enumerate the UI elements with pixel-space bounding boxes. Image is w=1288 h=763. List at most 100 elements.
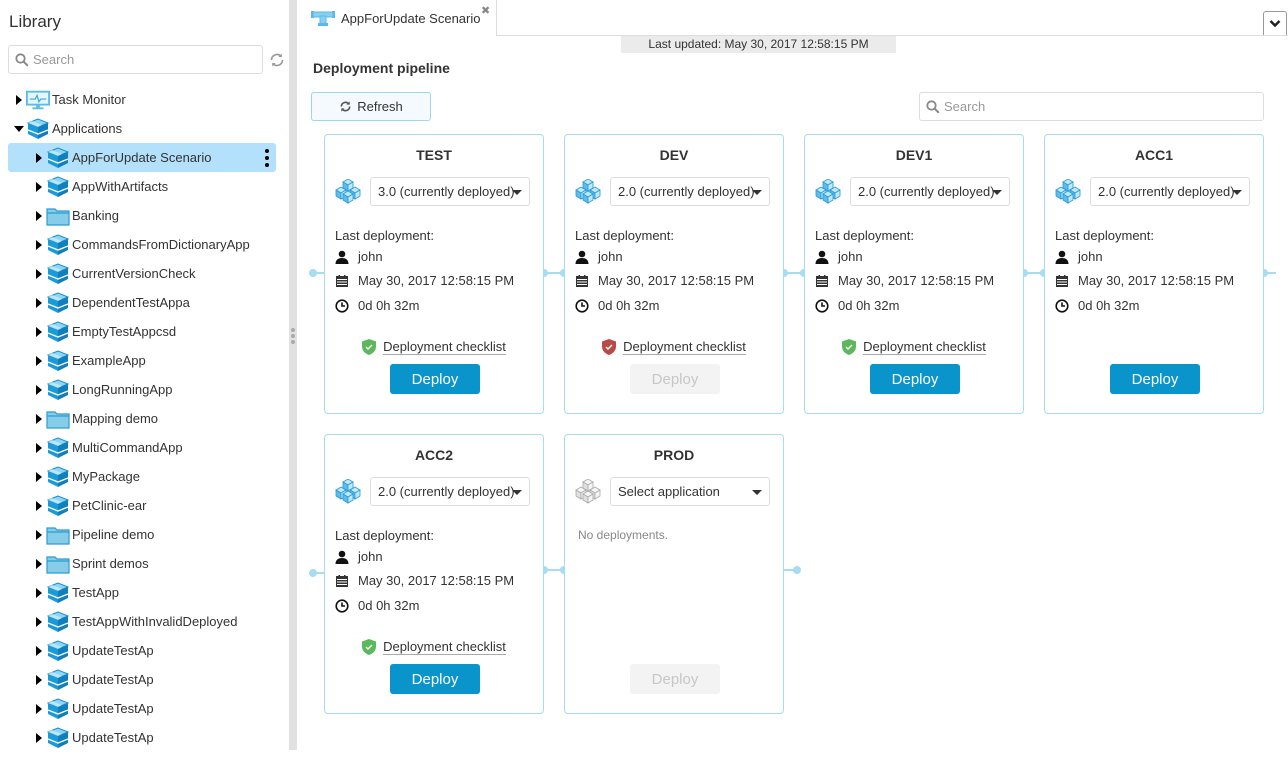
package-icon <box>46 697 70 719</box>
caret-right-icon[interactable] <box>34 384 44 395</box>
caret-right-icon[interactable] <box>34 703 44 714</box>
caret-right-icon[interactable] <box>34 326 44 337</box>
tree-item-label: MyPackage <box>72 469 140 484</box>
tree-item-label: EmptyTestAppcsd <box>72 324 177 339</box>
caret-right-icon[interactable] <box>34 239 44 250</box>
clock-icon <box>1055 298 1069 313</box>
caret-right-icon[interactable] <box>34 152 44 163</box>
pipeline-search-input[interactable] <box>944 99 1244 114</box>
version-select[interactable]: 2.0 (currently deployed) <box>610 177 770 206</box>
caret-right-icon[interactable] <box>34 645 44 656</box>
caret-down-icon <box>752 490 762 495</box>
version-select[interactable]: 2.0 (currently deployed) <box>370 477 530 506</box>
close-tab-icon[interactable]: ✖ <box>481 4 490 17</box>
tree-item[interactable]: AppForUpdate Scenario <box>8 143 276 172</box>
search-icon <box>926 99 940 114</box>
deploy-button[interactable]: Deploy <box>1110 364 1200 394</box>
deployed-by: john <box>335 549 383 564</box>
caret-down-icon <box>992 190 1002 195</box>
tree-item[interactable]: DependentTestAppa <box>8 288 276 317</box>
caret-right-icon[interactable] <box>34 558 44 569</box>
package-icon <box>46 291 70 313</box>
caret-right-icon[interactable] <box>34 587 44 598</box>
tree-item[interactable]: PetClinic-ear <box>8 491 276 520</box>
deploy-button[interactable]: Deploy <box>630 664 720 694</box>
version-select[interactable]: Select application <box>610 477 770 506</box>
package-icon <box>46 639 70 661</box>
refresh-button[interactable]: Refresh <box>311 92 431 121</box>
caret-right-icon[interactable] <box>34 181 44 192</box>
caret-right-icon[interactable] <box>34 616 44 627</box>
pipeline-search[interactable] <box>919 92 1264 121</box>
package-icon <box>26 117 50 139</box>
tree-item[interactable]: AppWithArtifacts <box>8 172 276 201</box>
tab-list-dropdown-button[interactable] <box>1263 11 1287 35</box>
deployment-checklist: Deployment checklist <box>325 639 543 655</box>
caret-right-icon[interactable] <box>34 268 44 279</box>
tree-item[interactable]: MultiCommandApp <box>8 433 276 462</box>
last-deployment-label: Last deployment: <box>1055 228 1155 243</box>
version-select[interactable]: 3.0 (currently deployed) <box>370 177 530 206</box>
tree-item[interactable]: CurrentVersionCheck <box>8 259 276 288</box>
tree-item[interactable]: LongRunningApp <box>8 375 276 404</box>
tree-item-label: CommandsFromDictionaryApp <box>72 237 250 252</box>
caret-right-icon[interactable] <box>34 529 44 540</box>
last-deployment-label: Last deployment: <box>335 528 435 543</box>
more-options-icon[interactable] <box>264 149 270 167</box>
tree-item[interactable]: Mapping demo <box>8 404 276 433</box>
tree-item[interactable]: CommandsFromDictionaryApp <box>8 230 276 259</box>
deployment-checklist: Deployment checklist <box>325 339 543 355</box>
tree-item-label: UpdateTestAp <box>72 672 154 687</box>
splitter-handle-icon[interactable] <box>291 328 295 344</box>
deploy-button[interactable]: Deploy <box>390 364 480 394</box>
caret-right-icon[interactable] <box>34 500 44 511</box>
caret-right-icon[interactable] <box>34 471 44 482</box>
tree-item[interactable]: TestApp <box>8 578 276 607</box>
tree-item[interactable]: UpdateTestAp <box>8 694 276 723</box>
caret-right-icon[interactable] <box>34 413 44 424</box>
tab-appforupdate-scenario[interactable]: AppForUpdate Scenario ✖ <box>297 0 497 36</box>
tree-item[interactable]: MyPackage <box>8 462 276 491</box>
version-select[interactable]: 2.0 (currently deployed) <box>850 177 1010 206</box>
tree-item-label: Banking <box>72 208 119 223</box>
caret-right-icon[interactable] <box>34 442 44 453</box>
tree-item[interactable]: EmptyTestAppcsd <box>8 317 276 346</box>
deployment-checklist-link[interactable]: Deployment checklist <box>863 339 986 355</box>
deploy-button[interactable]: Deploy <box>390 664 480 694</box>
caret-down-icon[interactable] <box>14 124 24 134</box>
refresh-icon[interactable] <box>268 51 286 69</box>
tree-item[interactable]: Applications <box>8 114 276 143</box>
tree-item[interactable]: UpdateTestAp <box>8 636 276 665</box>
package-icon <box>46 494 70 516</box>
deployment-checklist: Deployment checklist <box>805 339 1023 355</box>
library-search[interactable] <box>8 45 263 74</box>
caret-right-icon[interactable] <box>34 732 44 743</box>
deployment-checklist-link[interactable]: Deployment checklist <box>383 639 506 655</box>
tree-item[interactable]: UpdateTestAp <box>8 665 276 694</box>
version-select[interactable]: 2.0 (currently deployed) <box>1090 177 1250 206</box>
tree-item[interactable]: Sprint demos <box>8 549 276 578</box>
deploy-button[interactable]: Deploy <box>630 364 720 394</box>
tree-item[interactable]: Task Monitor <box>8 85 276 114</box>
library-search-input[interactable] <box>33 52 253 67</box>
last-updated-label: Last updated: May 30, 2017 12:58:15 PM <box>621 36 896 53</box>
sidebar-splitter[interactable] <box>289 0 297 750</box>
tree-item[interactable]: Banking <box>8 201 276 230</box>
caret-right-icon[interactable] <box>34 674 44 685</box>
deploy-button[interactable]: Deploy <box>870 364 960 394</box>
tree-item[interactable]: UpdateTestAp <box>8 723 276 752</box>
tree-item-label: CurrentVersionCheck <box>72 266 196 281</box>
tree-item[interactable]: TestAppWithInvalidDeployed <box>8 607 276 636</box>
caret-right-icon[interactable] <box>34 210 44 221</box>
caret-right-icon[interactable] <box>34 297 44 308</box>
caret-right-icon[interactable] <box>14 94 24 105</box>
deployed-by-value: john <box>598 249 623 264</box>
tree-item[interactable]: ExampleApp <box>8 346 276 375</box>
library-title: Library <box>9 12 61 31</box>
deployed-by-value: john <box>1078 249 1103 264</box>
caret-right-icon[interactable] <box>34 355 44 366</box>
last-deployment-label: Last deployment: <box>815 228 915 243</box>
deployment-checklist-link[interactable]: Deployment checklist <box>383 339 506 355</box>
deployment-checklist-link[interactable]: Deployment checklist <box>623 339 746 355</box>
tree-item[interactable]: Pipeline demo <box>8 520 276 549</box>
